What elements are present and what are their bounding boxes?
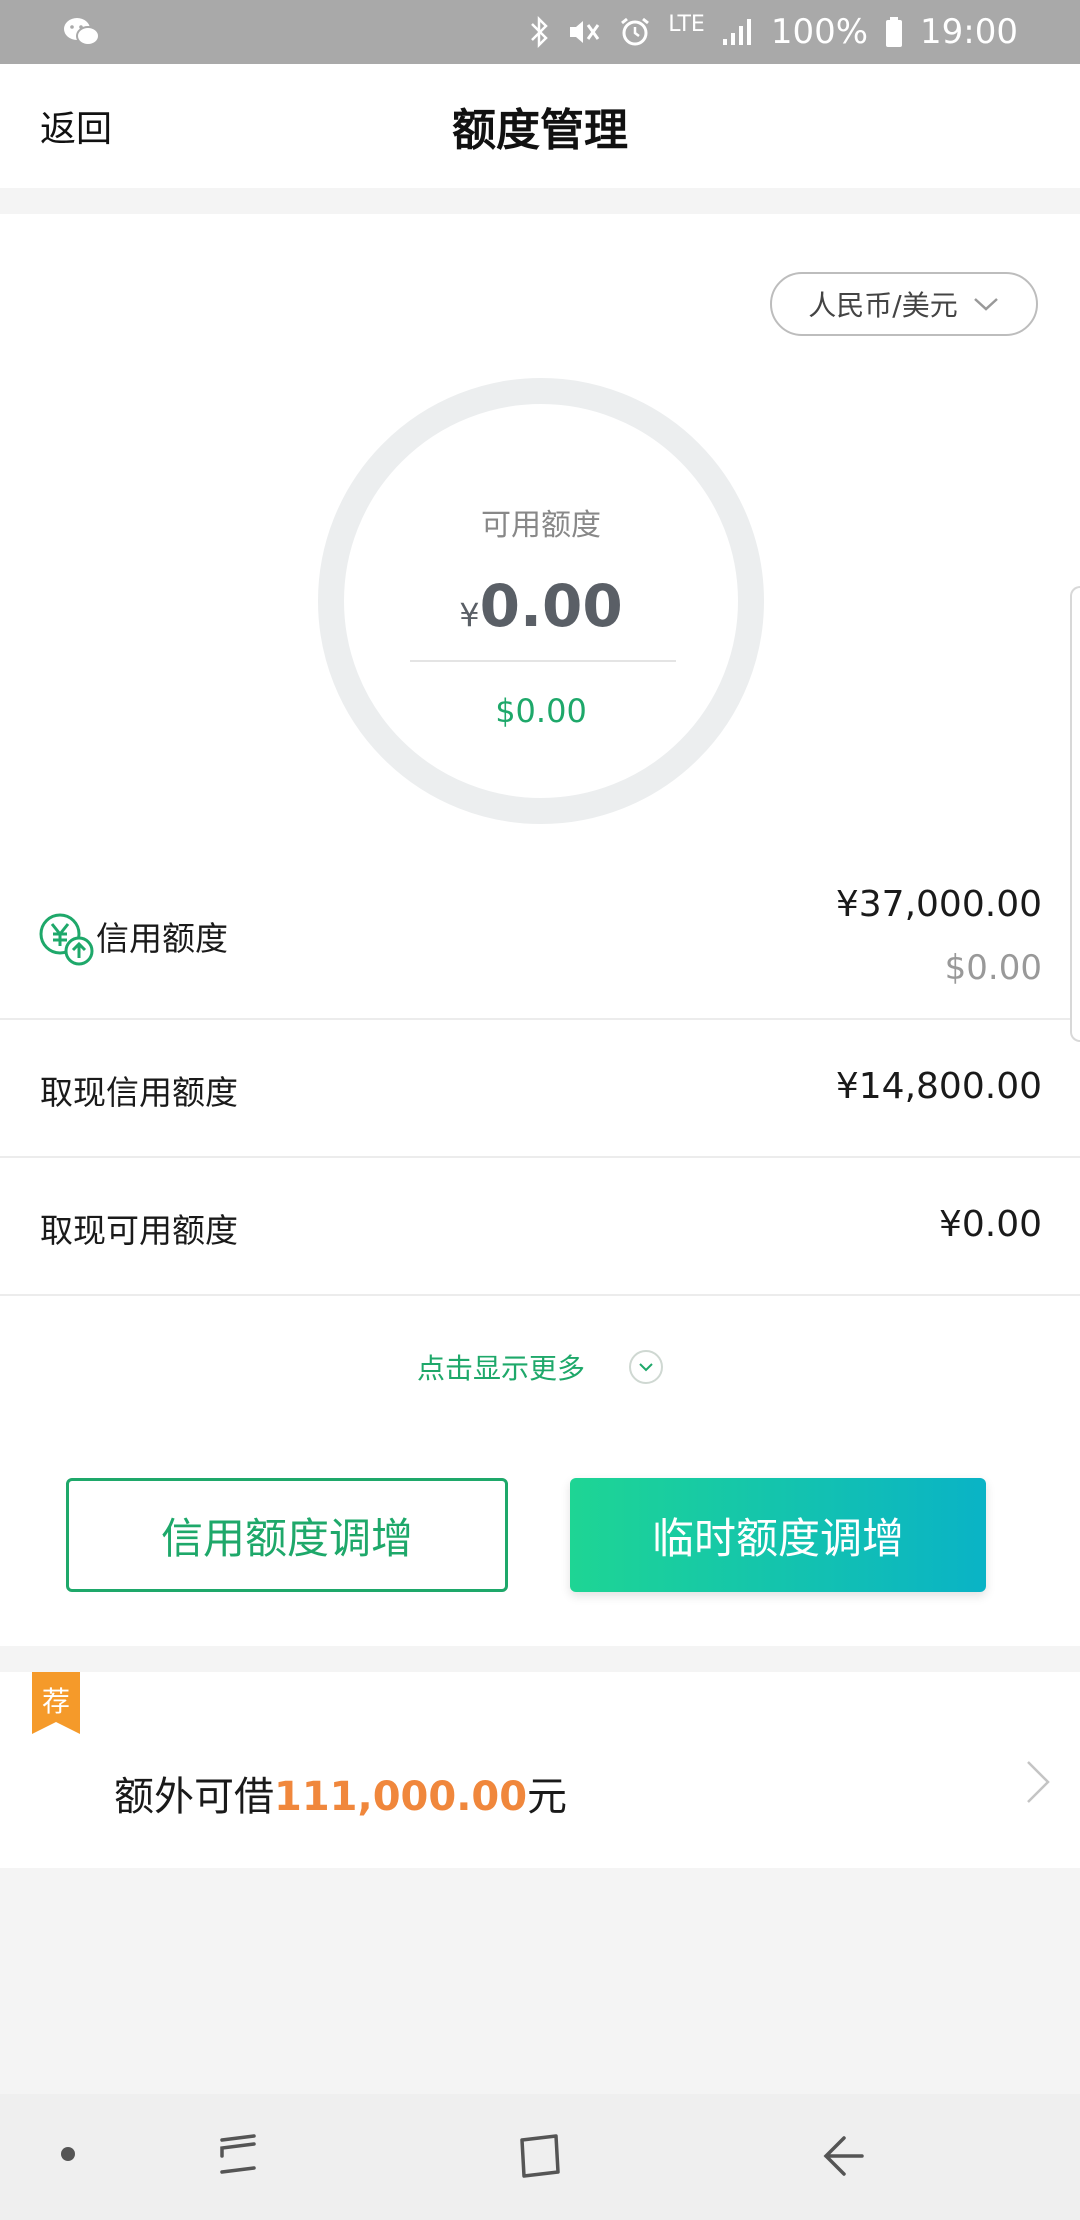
header: 返回 额度管理 [0,64,1080,188]
available-limit-usd: $0.00 [495,692,587,730]
available-limit-label: 可用额度 [481,508,601,543]
page-title: 额度管理 [452,105,628,156]
back-nav-icon[interactable] [818,2130,870,2182]
chevron-right-icon [1024,1758,1052,1810]
currency-selector-label: 人民币/美元 [808,289,958,322]
credit-limit-value: ¥37,000.00 [835,884,1042,925]
cash-available-limit-row[interactable]: 取现可用额度 ¥0.00 [0,1158,1080,1296]
credit-limit-label: 信用额度 [96,919,228,958]
yuan-symbol: ¥ [459,596,480,634]
home-icon[interactable] [516,2130,564,2182]
wechat-icon [62,15,102,49]
currency-selector[interactable]: 人民币/美元 [770,272,1038,336]
recommend-badge-label: 荐 [41,1685,70,1718]
battery-icon [884,15,904,49]
temp-increase-button[interactable]: 临时额度调增 [570,1478,986,1592]
available-limit-value: 0.00 [479,572,623,640]
cash-credit-limit-label: 取现信用额度 [40,1073,238,1112]
status-left [62,15,102,49]
back-button[interactable]: 返回 [40,100,112,152]
status-bar: LTE 100% 19:00 [0,0,1080,64]
limit-card: 人民币/美元 可用额度 ¥0.00 $0.00 信用额度 ¥37,000.00 … [0,214,1080,1646]
network-type: LTE [668,11,705,37]
available-limit-amount: ¥0.00 [318,572,764,640]
nav-dot-icon[interactable] [58,2144,78,2164]
bluetooth-icon [528,15,550,49]
promo-prefix: 额外可借 [114,1774,274,1820]
promo-text: 额外可借111,000.00元 [114,1764,567,1822]
circle-chevron-down-icon [629,1350,663,1384]
cash-available-limit-value: ¥0.00 [938,1204,1042,1245]
promo-amount: 111,000.00 [274,1774,528,1820]
recommend-badge: 荐 [32,1672,80,1734]
show-more-link[interactable]: 点击显示更多 [0,1342,1080,1392]
promo-card[interactable]: 荐 额外可借111,000.00元 [0,1672,1080,1868]
cash-credit-limit-value: ¥14,800.00 [835,1066,1042,1107]
recent-apps-icon[interactable] [214,2130,262,2182]
ring-divider [410,660,676,662]
credit-limit-usd: $0.00 [944,948,1042,988]
battery-percent: 100% [770,12,869,52]
promo-suffix: 元 [527,1774,568,1820]
credit-increase-button[interactable]: 信用额度调增 [66,1478,508,1592]
status-right: LTE 100% 19:00 [528,12,1018,52]
edge-panel-handle[interactable] [1070,586,1080,1042]
system-nav-bar [0,2094,1080,2220]
mute-icon [566,15,602,49]
alarm-icon [618,15,652,49]
credit-limit-icon [38,910,94,966]
clock: 19:00 [920,12,1018,52]
credit-limit-row[interactable]: 信用额度 ¥37,000.00 $0.00 [0,854,1080,1020]
cash-credit-limit-row[interactable]: 取现信用额度 ¥14,800.00 [0,1020,1080,1158]
chevron-down-icon [972,288,1000,321]
signal-icon [721,15,755,49]
cash-available-limit-label: 取现可用额度 [40,1211,238,1250]
show-more-label: 点击显示更多 [416,1352,585,1385]
